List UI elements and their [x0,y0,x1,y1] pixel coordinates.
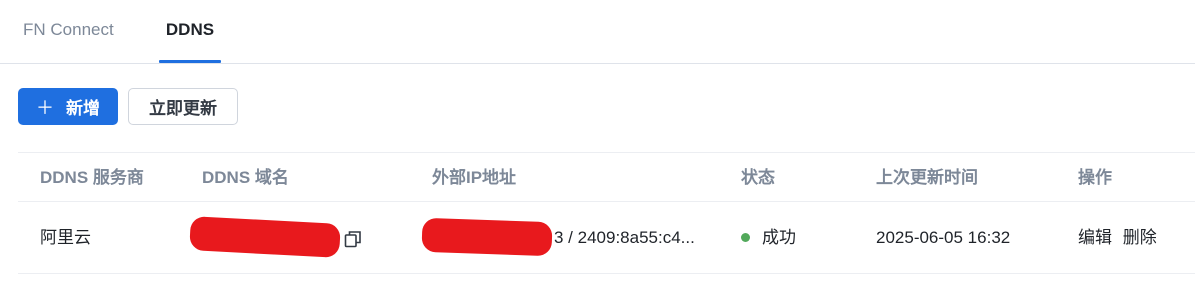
success-status-dot [741,233,750,243]
update-now-label: 立即更新 [149,99,217,118]
last-update-cell: 2025-06-05 16:32 [876,228,1011,247]
redaction-mark-ip [421,217,553,257]
ip-cell: 3 / 2409:8a55:c4... [554,202,695,274]
provider-cell: 阿里云 [40,228,91,247]
column-header-domain: DDNS 域名 [202,168,289,187]
column-header-ip: 外部IP地址 [432,168,517,187]
status-text: 成功 [762,228,796,247]
column-header-last-update: 上次更新时间 [876,168,978,187]
edit-link[interactable]: 编辑 [1078,228,1112,247]
active-tab-indicator [159,60,221,63]
plus-icon: ＋ [36,97,54,118]
table-header: DDNS 服务商 DDNS 域名 外部IP地址 状态 上次更新时间 操作 [18,152,1195,202]
tab-ddns[interactable]: DDNS [159,0,221,64]
ip-value: 3 / 2409:8a55:c4... [554,228,695,247]
column-header-actions: 操作 [1078,168,1112,187]
copy-icon[interactable] [344,230,362,248]
delete-link[interactable]: 删除 [1123,228,1157,247]
redaction-mark-domain [189,216,341,258]
update-now-button[interactable]: 立即更新 [128,88,238,125]
tab-bar: FN Connect DDNS [0,0,1195,64]
add-button[interactable]: ＋ 新增 [18,88,118,125]
actions-cell: 编辑 删除 [1078,202,1163,274]
add-button-label: 新增 [66,99,100,118]
table-row: 阿里云 3 / 2409:8a55:c4... 成功 2025-06-05 16… [18,202,1195,274]
status-cell: 成功 [741,202,796,274]
column-header-status: 状态 [741,168,775,187]
column-header-provider: DDNS 服务商 [40,168,144,187]
tab-fn-connect[interactable]: FN Connect [23,0,114,64]
